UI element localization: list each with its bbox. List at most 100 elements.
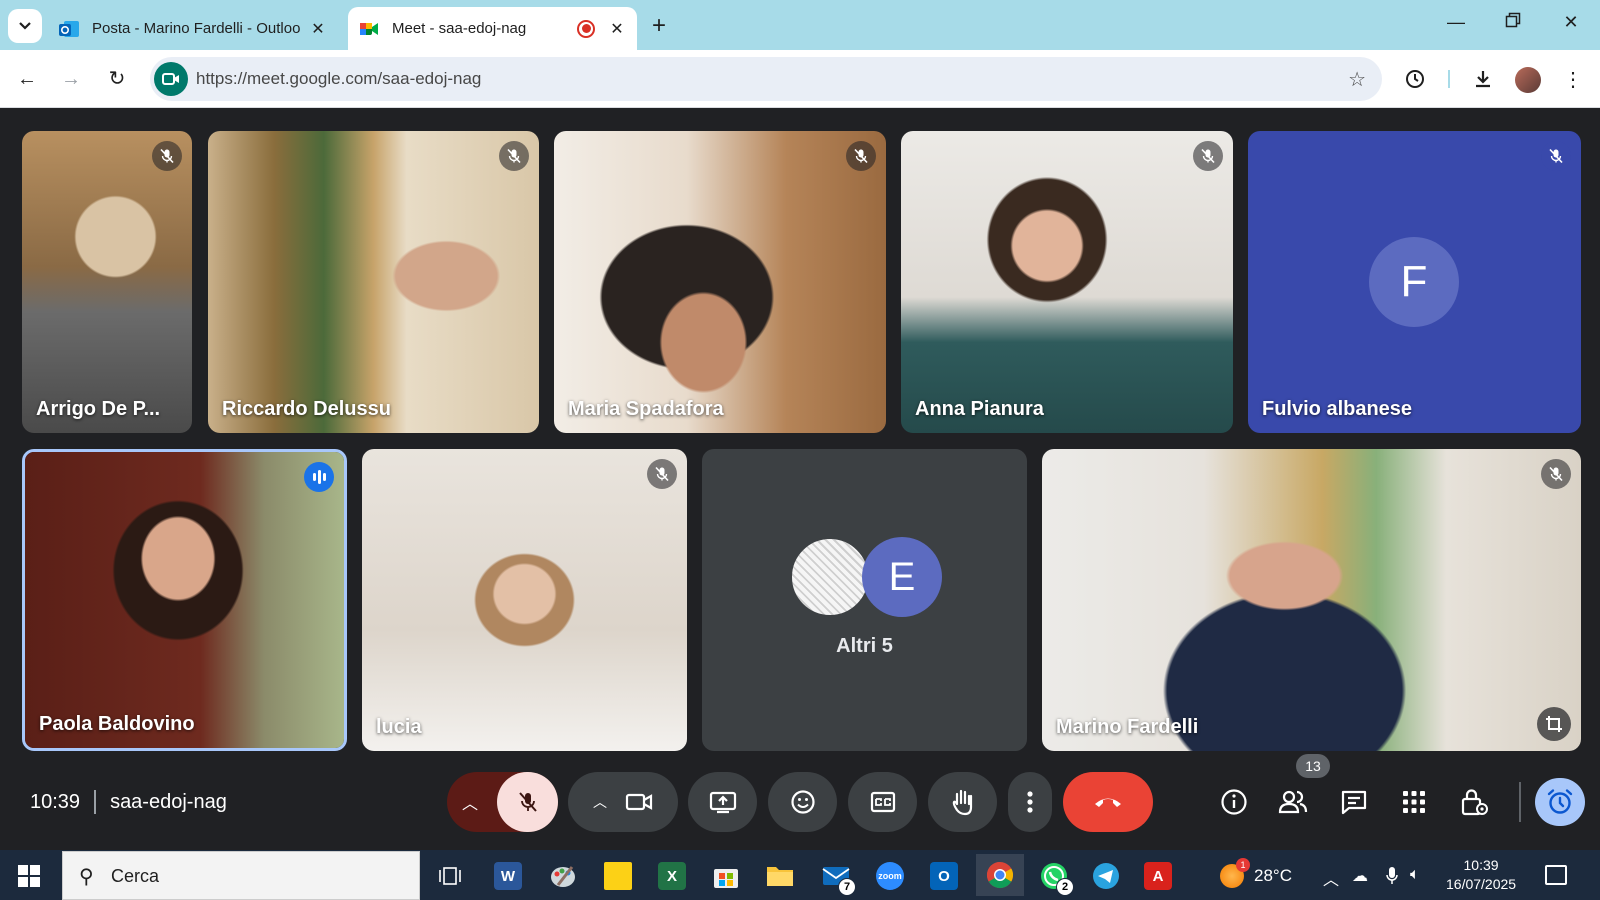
minimize-icon[interactable]: —: [1441, 12, 1471, 33]
more-options-button[interactable]: [1008, 772, 1052, 832]
participant-video: [554, 131, 886, 433]
paint-app-icon[interactable]: [545, 858, 581, 894]
alarm-clock-icon: [1547, 789, 1573, 814]
toolbar-divider: [1448, 70, 1450, 88]
participant-name: Fulvio albanese: [1262, 398, 1413, 420]
mic-off-icon: [499, 141, 529, 171]
participant-name: Riccardo Delussu: [222, 398, 391, 420]
microphone-toggle-button[interactable]: [497, 772, 558, 832]
participant-tile[interactable]: F Fulvio albanese: [1248, 131, 1581, 433]
participant-name: Marino Fardelli: [1056, 716, 1199, 738]
present-screen-icon: [709, 791, 736, 814]
sticky-notes-icon[interactable]: [600, 858, 636, 894]
outlook-icon: [59, 20, 79, 37]
present-screen-button[interactable]: [688, 772, 757, 832]
activities-icon[interactable]: [1396, 784, 1432, 820]
reload-icon[interactable]: ↻: [102, 64, 132, 94]
profile-avatar[interactable]: [1515, 67, 1541, 93]
address-bar[interactable]: https://meet.google.com/saa-edoj-nag ☆: [150, 57, 1382, 101]
participant-name: Maria Spadafora: [568, 398, 724, 420]
leave-call-button[interactable]: [1063, 772, 1153, 832]
meeting-info-icon[interactable]: [1216, 784, 1252, 820]
participant-tile[interactable]: Arrigo De P...: [22, 131, 192, 433]
taskbar-search-box[interactable]: ⚲ Cerca: [62, 851, 420, 900]
tab-search-button[interactable]: [8, 9, 42, 43]
weather-widget[interactable]: 1 28°C: [1220, 858, 1292, 888]
tab-outlook[interactable]: Posta - Marino Fardelli - Outloo ✕: [48, 7, 338, 50]
whatsapp-badge: 2: [1056, 878, 1074, 896]
bookmark-star-icon[interactable]: ☆: [1348, 67, 1366, 92]
mic-off-icon: [1193, 141, 1223, 171]
timer-button[interactable]: [1535, 778, 1585, 826]
participant-tile-speaking[interactable]: Paola Baldovino: [22, 449, 347, 751]
task-view-icon[interactable]: [432, 858, 468, 894]
show-hidden-icons-icon[interactable]: ︿: [1323, 866, 1339, 890]
close-tab-icon[interactable]: ✕: [607, 19, 627, 39]
acrobat-app-icon[interactable]: A: [1140, 858, 1176, 894]
mail-badge: 7: [838, 878, 856, 896]
forward-icon[interactable]: →: [56, 64, 86, 94]
participant-name: lucia: [376, 716, 422, 738]
close-window-icon[interactable]: ✕: [1556, 12, 1586, 33]
mail-app-icon[interactable]: 7: [818, 858, 856, 896]
microphone-icon[interactable]: [1385, 866, 1399, 891]
telegram-app-icon[interactable]: [1088, 858, 1124, 894]
participant-video: [362, 449, 687, 751]
more-menu-icon[interactable]: ⋮: [1558, 64, 1588, 94]
mic-off-icon: [1541, 459, 1571, 489]
windows-taskbar: ⚲ Cerca W X 7 zoom O 2 A 1 28°C ︿ ☁ 🔈︎ 1…: [0, 850, 1600, 900]
participant-tile[interactable]: Riccardo Delussu: [208, 131, 539, 433]
zoom-app-icon[interactable]: zoom: [872, 858, 908, 894]
camera-toggle-button[interactable]: ︿: [568, 772, 678, 832]
frame-crop-icon[interactable]: [1537, 707, 1571, 741]
browser-toolbar: ← → ↻ https://meet.google.com/saa-edoj-n…: [0, 50, 1600, 108]
search-icon: ⚲: [79, 866, 94, 888]
notifications-icon[interactable]: [1545, 865, 1567, 885]
history-icon[interactable]: [1400, 64, 1430, 94]
meet-control-bar: 10:39 saa-edoj-nag ︿ ︿ 13: [0, 754, 1600, 850]
close-tab-icon[interactable]: ✕: [308, 19, 328, 39]
participant-avatar: F: [1369, 237, 1459, 327]
participant-tile[interactable]: Anna Pianura: [901, 131, 1233, 433]
chevron-up-icon[interactable]: ︿: [462, 790, 478, 814]
raise-hand-icon: [952, 789, 972, 816]
volume-icon[interactable]: 🔈︎: [1410, 866, 1420, 884]
whatsapp-app-icon[interactable]: 2: [1036, 858, 1074, 896]
participant-count-badge: 13: [1296, 754, 1330, 778]
new-tab-button[interactable]: +: [652, 12, 666, 40]
tab-meet[interactable]: Meet - saa-edoj-nag ✕: [348, 7, 637, 50]
participant-tile[interactable]: lucia: [362, 449, 687, 751]
chat-icon[interactable]: [1336, 784, 1372, 820]
people-icon[interactable]: [1275, 784, 1311, 820]
download-icon[interactable]: [1468, 64, 1498, 94]
restore-icon[interactable]: [1498, 12, 1528, 33]
participant-video: [208, 131, 539, 433]
windows-start-icon[interactable]: [18, 865, 40, 887]
participant-tile[interactable]: Maria Spadafora: [554, 131, 886, 433]
word-app-icon[interactable]: W: [490, 858, 526, 894]
captions-button[interactable]: [848, 772, 917, 832]
microsoft-store-icon[interactable]: [708, 858, 744, 894]
clock-date: 16/07/2025: [1446, 876, 1517, 892]
reactions-button[interactable]: [768, 772, 837, 832]
participant-tile[interactable]: Marino Fardelli: [1042, 449, 1581, 751]
back-icon[interactable]: ←: [12, 64, 42, 94]
google-meet-icon: [360, 22, 378, 35]
file-explorer-icon[interactable]: [762, 858, 798, 894]
onedrive-icon[interactable]: ☁: [1352, 866, 1368, 886]
system-clock[interactable]: 10:39 16/07/2025: [1446, 856, 1516, 894]
url-text[interactable]: https://meet.google.com/saa-edoj-nag: [196, 69, 481, 89]
host-controls-icon[interactable]: [1456, 784, 1492, 820]
raise-hand-button[interactable]: [928, 772, 997, 832]
mic-off-icon: [152, 141, 182, 171]
outlook-app-icon[interactable]: O: [926, 858, 962, 894]
site-info-icon[interactable]: [154, 62, 188, 96]
tab-title: Posta - Marino Fardelli - Outloo: [92, 20, 301, 37]
others-tile[interactable]: E Altri 5: [702, 449, 1027, 751]
more-vert-icon: [1027, 791, 1033, 813]
divider: [94, 790, 97, 814]
excel-app-icon[interactable]: X: [654, 858, 690, 894]
temperature: 28°C: [1254, 866, 1292, 885]
chevron-down-icon: [19, 22, 31, 30]
chrome-app-icon[interactable]: [976, 854, 1024, 896]
